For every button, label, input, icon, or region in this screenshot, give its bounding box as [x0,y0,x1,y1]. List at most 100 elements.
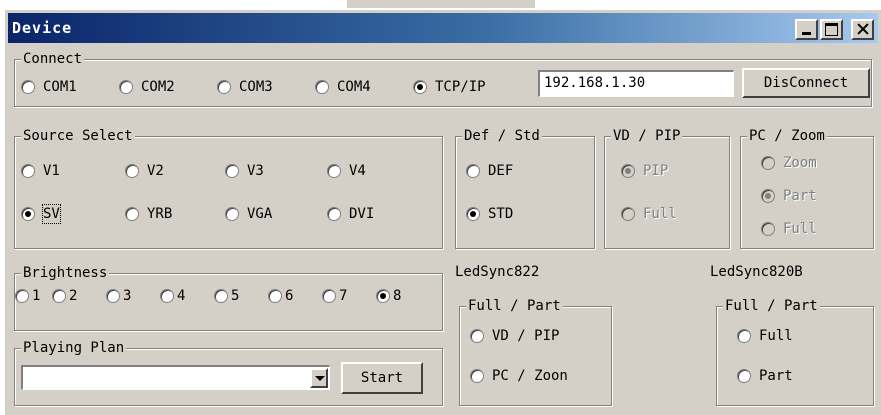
radio-def-label: DEF [488,163,514,179]
radio-tcpip-label: TCP/IP [435,79,486,95]
brightness-group: Brightness 1 2 3 4 5 6 7 8 [14,264,443,331]
radio-sv[interactable]: SV [21,204,61,224]
radio-vga-dot [225,207,239,221]
radio-brightness-6[interactable]: 6 [268,287,293,305]
radio-com4-label: COM4 [337,79,371,95]
radio-vd-full[interactable]: Full [621,205,677,223]
ledsync820b-legend: Full / Part [723,297,820,315]
window-title: Device [12,19,73,37]
radio-vga[interactable]: VGA [225,205,272,223]
radio-pc-zoon-label: PC / Zoon [492,368,568,384]
radio-brightness-5-dot [214,289,228,303]
radio-pc-full[interactable]: Full [761,220,817,238]
radio-sv-label: SV [42,204,61,224]
radio-brightness-4-dot [160,289,174,303]
radio-com1-dot [21,80,35,94]
radio-brightness-7-dot [322,289,336,303]
radio-dvi[interactable]: DVI [327,205,374,223]
radio-brightness-8-label: 8 [393,288,402,304]
maximize-icon[interactable] [820,19,843,40]
radio-zoom-dot [761,156,775,170]
radio-pip[interactable]: PIP [621,162,668,180]
ip-address-input[interactable]: 192.168.1.30 [538,70,734,97]
radio-def[interactable]: DEF [466,162,513,180]
radio-820-full-label: Full [759,328,793,344]
radio-brightness-3-dot [106,289,120,303]
radio-std-dot [466,207,480,221]
radio-yrb[interactable]: YRB [125,205,172,223]
radio-com1-label: COM1 [43,79,77,95]
vd-pip-group: VD / PIP PIP Full [604,127,730,249]
radio-vd-pip[interactable]: VD / PIP [470,327,559,345]
radio-std[interactable]: STD [466,205,513,223]
ledsync820b-group: Full / Part Full Part [716,297,874,406]
radio-brightness-1[interactable]: 1 [15,287,40,305]
radio-v4[interactable]: V4 [327,162,366,180]
radio-v4-label: V4 [349,163,366,179]
disconnect-button[interactable]: DisConnect [742,68,870,98]
radio-v1[interactable]: V1 [21,162,60,180]
radio-yrb-dot [125,207,139,221]
chevron-down-icon[interactable] [310,368,328,388]
playing-plan-select[interactable] [21,365,330,390]
source-select-group: Source Select V1 V2 V3 V4 SV YRB VGA DVI [14,127,443,249]
brightness-legend: Brightness [21,264,110,282]
radio-brightness-3[interactable]: 3 [106,287,131,305]
radio-brightness-5[interactable]: 5 [214,287,239,305]
radio-com2-dot [119,80,133,94]
radio-820-part-dot [737,369,751,383]
radio-v2[interactable]: V2 [125,162,164,180]
radio-brightness-2[interactable]: 2 [52,287,77,305]
radio-part-dot [761,189,775,203]
minimize-icon[interactable] [795,19,818,40]
radio-brightness-2-dot [52,289,66,303]
radio-pc-zoon[interactable]: PC / Zoon [470,367,568,385]
ledsync820b-label: LedSync820B [710,264,803,280]
def-std-group: Def / Std DEF STD [455,127,595,249]
radio-pip-label: PIP [643,163,669,179]
radio-tcpip[interactable]: TCP/IP [413,78,486,96]
radio-v4-dot [327,164,341,178]
radio-820-part[interactable]: Part [737,367,793,385]
radio-v3-label: V3 [247,163,264,179]
radio-brightness-1-dot [15,289,29,303]
radio-pc-full-dot [761,222,775,236]
device-window: Device Connect COM1 COM2 COM3 COM4 TCP/I… [5,10,881,415]
source-select-legend: Source Select [21,127,135,145]
radio-brightness-2-label: 2 [69,288,78,304]
radio-brightness-7-label: 7 [339,288,348,304]
radio-sv-dot [21,207,35,221]
radio-com4[interactable]: COM4 [315,78,371,96]
radio-def-dot [466,164,480,178]
radio-pc-zoon-dot [470,369,484,383]
radio-v1-dot [21,164,35,178]
radio-vd-pip-dot [470,329,484,343]
radio-820-full[interactable]: Full [737,327,793,345]
pc-zoom-group: PC / Zoom Zoom Part Full [740,127,874,249]
radio-brightness-4[interactable]: 4 [160,287,185,305]
radio-brightness-7[interactable]: 7 [322,287,347,305]
radio-zoom-label: Zoom [783,155,817,171]
radio-pip-dot [621,164,635,178]
radio-brightness-6-dot [268,289,282,303]
background-strip [0,0,881,10]
radio-com1[interactable]: COM1 [21,78,77,96]
start-button[interactable]: Start [341,362,423,394]
close-icon[interactable] [851,19,874,40]
radio-vd-pip-label: VD / PIP [492,328,560,344]
radio-part[interactable]: Part [761,187,817,205]
ledsync822-label: LedSync822 [455,264,540,280]
radio-part-label: Part [783,188,817,204]
radio-com3-label: COM3 [239,79,273,95]
radio-com3[interactable]: COM3 [217,78,273,96]
radio-com2[interactable]: COM2 [119,78,175,96]
radio-zoom[interactable]: Zoom [761,154,817,172]
connect-group: Connect COM1 COM2 COM3 COM4 TCP/IP 192.1… [14,50,872,107]
radio-v3[interactable]: V3 [225,162,264,180]
radio-brightness-8[interactable]: 8 [376,287,401,305]
radio-tcpip-dot [413,80,427,94]
background-bar [347,0,535,8]
radio-pc-full-label: Full [783,221,817,237]
title-bar[interactable]: Device [8,13,878,43]
radio-820-part-label: Part [759,368,793,384]
